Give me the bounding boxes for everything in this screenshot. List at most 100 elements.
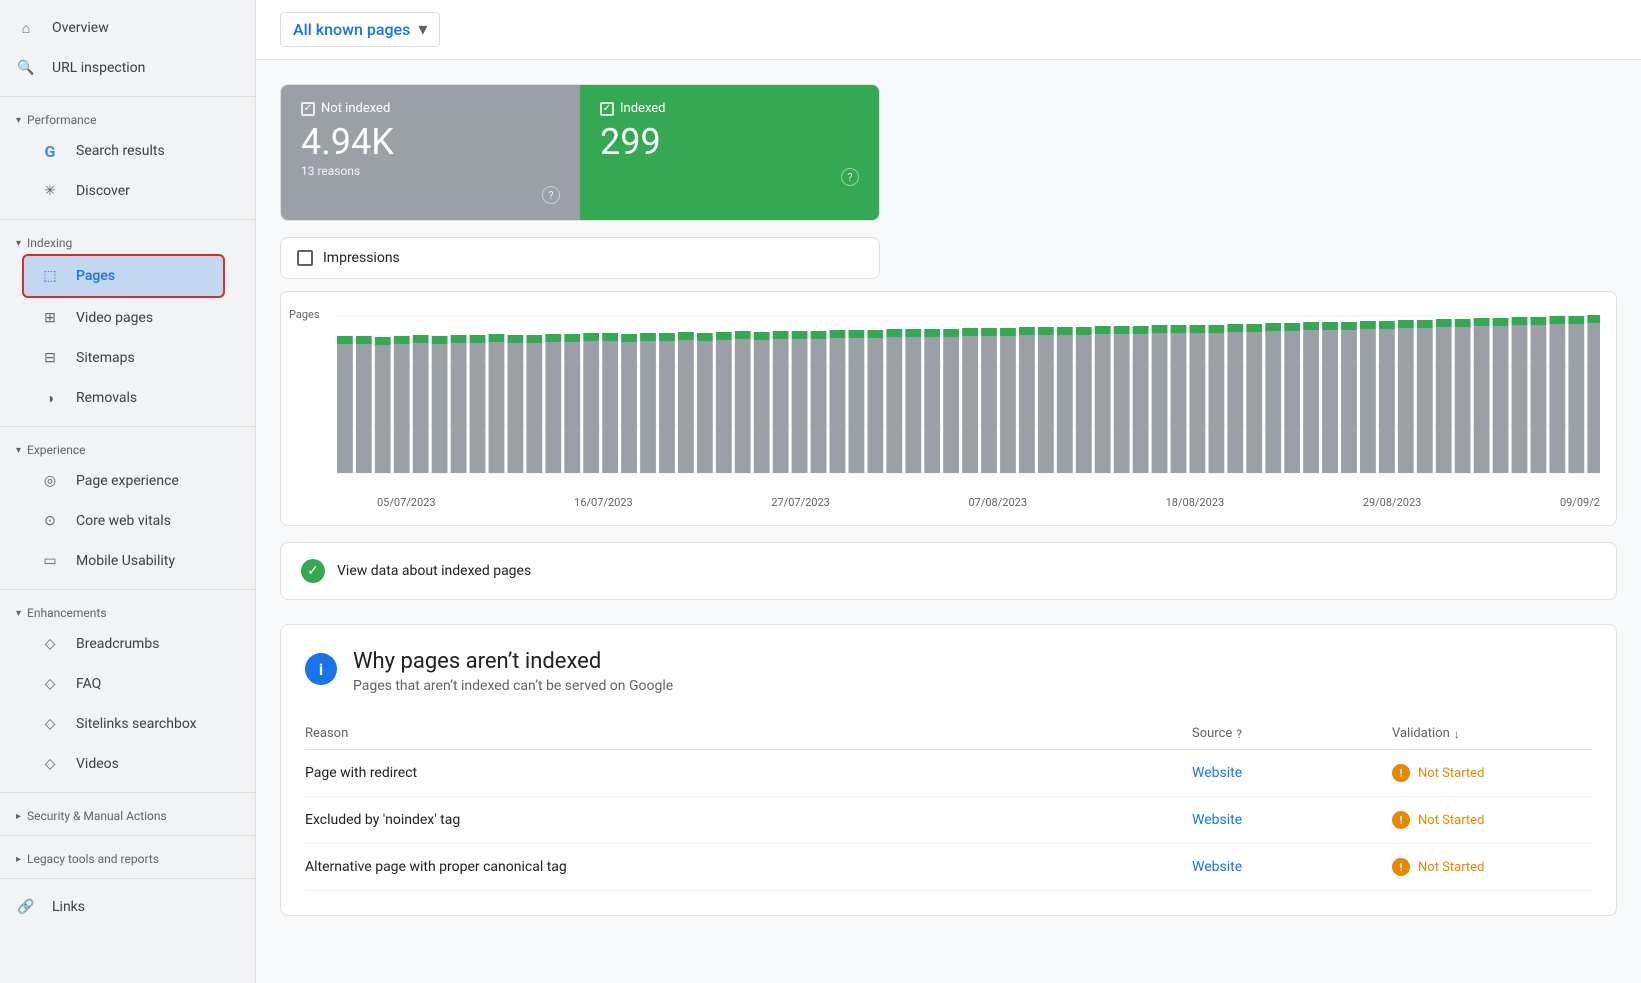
not-indexed-label: Not indexed	[321, 101, 390, 116]
removals-label: Removals	[76, 390, 137, 406]
indexed-footer: ?	[600, 168, 859, 186]
chart-svg: 6K 4K 2K 0	[337, 308, 1600, 488]
warning-icon-0: !	[1392, 764, 1410, 782]
x-label-5: 18/08/2023	[1166, 496, 1225, 509]
not-indexed-help-icon[interactable]: ?	[542, 186, 560, 204]
row-1-validation-text: Not Started	[1418, 813, 1484, 828]
divider-4	[0, 589, 255, 590]
indexed-help-icon[interactable]: ?	[841, 168, 859, 186]
row-2-source: Website	[1192, 859, 1392, 875]
chevron-icon-security: ▸	[16, 811, 21, 822]
links-icon: 🔗	[16, 897, 36, 917]
dropdown-arrow-icon: ▾	[418, 19, 427, 40]
indexing-section[interactable]: ▾ Indexing	[0, 228, 255, 254]
sidebar-item-links[interactable]: 🔗 Links	[0, 887, 239, 927]
sidebar-item-pages[interactable]: ⬚ Pages	[24, 256, 223, 296]
sidebar-item-core-web-vitals[interactable]: ⊙ Core web vitals	[0, 501, 239, 541]
enhancements-section-label: Enhancements	[27, 606, 107, 620]
page-experience-icon: ◎	[40, 471, 60, 491]
sidebar-item-faq[interactable]: ◇ FAQ	[0, 664, 239, 704]
core-web-vitals-label: Core web vitals	[76, 513, 171, 529]
why-subtitle: Pages that aren’t indexed can’t be serve…	[353, 678, 673, 694]
enhancements-section[interactable]: ▾ Enhancements	[0, 598, 255, 624]
chart-area: 6K 4K 2K 0	[337, 308, 1600, 509]
row-1-source: Website	[1192, 812, 1392, 828]
links-label: Links	[52, 899, 85, 915]
not-indexed-value: 4.94K	[301, 124, 560, 160]
x-label-7: 09/09/2	[1560, 496, 1600, 509]
x-label-3: 27/07/2023	[771, 496, 830, 509]
sitelinks-icon: ◇	[40, 714, 60, 734]
source-col-header[interactable]: Source ?	[1192, 726, 1392, 741]
sidebar-item-search-results[interactable]: G Search results	[0, 131, 239, 171]
chevron-icon: ▾	[16, 115, 21, 126]
divider-2	[0, 219, 255, 220]
validation-sort-icon: ↓	[1454, 727, 1460, 741]
indexed-card: ✓ Indexed 299 ?	[580, 85, 879, 220]
not-indexed-footer: ?	[301, 186, 560, 204]
sidebar-item-sitemaps[interactable]: ⊟ Sitemaps	[0, 338, 239, 378]
row-0-validation-text: Not Started	[1418, 766, 1484, 781]
reason-col-header: Reason	[305, 726, 1192, 741]
chart-y-label: Pages	[289, 308, 320, 321]
table-row[interactable]: Page with redirect Website ! Not Started	[305, 750, 1592, 797]
sidebar-item-url-inspection[interactable]: 🔍 URL inspection	[0, 48, 239, 88]
home-icon: ⌂	[16, 18, 36, 38]
row-0-source: Website	[1192, 765, 1392, 781]
x-label-6: 29/08/2023	[1363, 496, 1422, 509]
impressions-row: Impressions	[280, 237, 880, 279]
sidebar-item-videos[interactable]: ◇ Videos	[0, 744, 239, 784]
pages-dropdown[interactable]: All known pages ▾	[280, 12, 440, 47]
table-row[interactable]: Excluded by 'noindex' tag Website ! Not …	[305, 797, 1592, 844]
legacy-section[interactable]: ▸ Legacy tools and reports	[0, 844, 255, 870]
validation-col-header[interactable]: Validation ↓	[1392, 726, 1592, 741]
asterisk-icon: ✳	[40, 181, 60, 201]
experience-section[interactable]: ▾ Experience	[0, 435, 255, 461]
view-indexed-label: View data about indexed pages	[337, 563, 531, 579]
security-section[interactable]: ▸ Security & Manual Actions	[0, 801, 255, 827]
sidebar-item-removals[interactable]: ◑ Removals	[0, 378, 239, 418]
table-row[interactable]: Alternative page with proper canonical t…	[305, 844, 1592, 891]
videos-icon: ◇	[40, 754, 60, 774]
mobile-usability-icon: ▭	[40, 551, 60, 571]
sidebar-item-breadcrumbs[interactable]: ◇ Breadcrumbs	[0, 624, 239, 664]
video-pages-label: Video pages	[76, 310, 153, 326]
sidebar-item-sitelinks[interactable]: ◇ Sitelinks searchbox	[0, 704, 239, 744]
sidebar-item-discover[interactable]: ✳ Discover	[0, 171, 239, 211]
why-header: i Why pages aren’t indexed Pages that ar…	[305, 649, 1592, 694]
x-label-2: 16/07/2023	[574, 496, 633, 509]
why-header-text: Why pages aren’t indexed Pages that aren…	[353, 649, 673, 694]
reason-header-label: Reason	[305, 726, 348, 741]
not-indexed-checkbox[interactable]: ✓	[301, 102, 315, 116]
chevron-icon-experience: ▾	[16, 445, 21, 456]
divider-1	[0, 96, 255, 97]
sidebar-item-page-experience[interactable]: ◎ Page experience	[0, 461, 239, 501]
chevron-icon-enhancements: ▾	[16, 608, 21, 619]
sitemaps-label: Sitemaps	[76, 350, 135, 366]
sidebar-item-overview[interactable]: ⌂ Overview	[0, 8, 239, 48]
pages-label: Pages	[76, 268, 115, 284]
sidebar-item-video-pages[interactable]: ⊞ Video pages	[0, 298, 239, 338]
divider-7	[0, 878, 255, 879]
warning-icon-1: !	[1392, 811, 1410, 829]
view-indexed-card[interactable]: ✓ View data about indexed pages	[280, 542, 1617, 600]
impressions-checkbox[interactable]	[297, 250, 313, 266]
performance-section[interactable]: ▾ Performance	[0, 105, 255, 131]
video-pages-icon: ⊞	[40, 308, 60, 328]
divider-3	[0, 426, 255, 427]
dropdown-label: All known pages	[293, 20, 410, 39]
sidebar-item-mobile-usability[interactable]: ▭ Mobile Usability	[0, 541, 239, 581]
pages-icon: ⬚	[40, 266, 60, 286]
row-2-validation: ! Not Started	[1392, 858, 1592, 876]
faq-label: FAQ	[76, 676, 101, 692]
why-title: Why pages aren’t indexed	[353, 649, 673, 674]
page-experience-label: Page experience	[76, 473, 179, 489]
search-results-label: Search results	[76, 143, 165, 159]
indexed-checkbox[interactable]: ✓	[600, 102, 614, 116]
impressions-label: Impressions	[323, 250, 400, 266]
indexing-section-label: Indexing	[27, 236, 72, 250]
row-0-validation: ! Not Started	[1392, 764, 1592, 782]
not-indexed-header: ✓ Not indexed	[301, 101, 560, 116]
row-2-validation-text: Not Started	[1418, 860, 1484, 875]
source-header-label: Source	[1192, 726, 1232, 741]
